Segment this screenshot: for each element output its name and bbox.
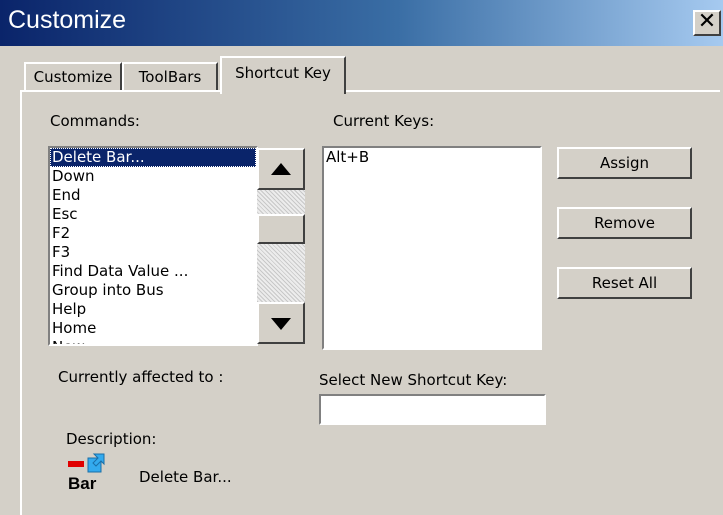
description-text: Delete Bar... (139, 468, 232, 486)
command-item[interactable]: New (50, 338, 256, 344)
command-item[interactable]: Down (50, 167, 256, 186)
command-item[interactable]: F3 (50, 243, 256, 262)
arrow-up-icon (271, 163, 291, 175)
command-item[interactable]: Esc (50, 205, 256, 224)
scroll-thumb[interactable] (257, 214, 305, 244)
description-label: Description: (66, 430, 157, 448)
command-item[interactable]: Home (50, 319, 256, 338)
tab-customize[interactable]: Customize (24, 62, 122, 90)
command-item[interactable]: F2 (50, 224, 256, 243)
reset-all-button[interactable]: Reset All (557, 267, 692, 299)
commands-scrollbar[interactable] (257, 148, 305, 344)
commands-label: Commands: (50, 112, 140, 130)
current-key-item[interactable]: Alt+B (324, 148, 540, 167)
close-icon: ✕ (697, 9, 717, 34)
command-item[interactable]: Help (50, 300, 256, 319)
delete-bar-icon-text: Bar (68, 474, 97, 493)
current-keys-list[interactable]: Alt+B (322, 146, 542, 350)
command-item[interactable]: Group into Bus (50, 281, 256, 300)
window-title: Customize (8, 6, 127, 34)
commands-items: Delete Bar... Down End Esc F2 F3 Find Data Val… (50, 148, 256, 344)
new-shortcut-input[interactable] (319, 394, 546, 425)
tab-shortcut-key[interactable]: Shortcut Key (220, 56, 346, 94)
commands-list[interactable]: Delete Bar... Down End Esc F2 F3 Find Data Val… (48, 146, 258, 346)
arrow-down-icon (271, 318, 291, 330)
close-button[interactable]: ✕ (693, 10, 721, 36)
scroll-up-button[interactable] (257, 148, 305, 190)
delete-bar-icon: Bar (64, 452, 126, 500)
remove-button[interactable]: Remove (557, 207, 692, 239)
title-bar[interactable]: Customize ✕ (0, 0, 723, 46)
customize-dialog: Customize ✕ Customize ToolBars Shortcut … (0, 0, 723, 515)
current-keys-label: Current Keys: (333, 112, 435, 130)
command-item[interactable]: End (50, 186, 256, 205)
command-item[interactable]: Delete Bar... (50, 148, 256, 167)
scroll-down-button[interactable] (257, 302, 305, 344)
new-shortcut-label: Select New Shortcut Key: (319, 371, 508, 389)
command-item[interactable]: Find Data Value ... (50, 262, 256, 281)
assign-button[interactable]: Assign (557, 147, 692, 179)
tab-toolbars[interactable]: ToolBars (122, 62, 218, 90)
affected-label: Currently affected to : (58, 368, 224, 386)
